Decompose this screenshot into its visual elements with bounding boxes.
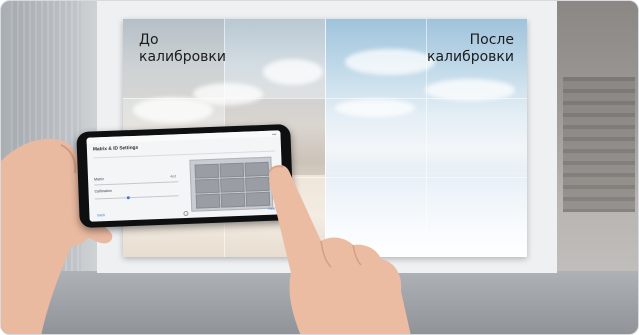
cloud (193, 83, 263, 105)
grid-cell[interactable] (219, 162, 245, 178)
matrix-label: Matrix (93, 177, 104, 182)
cloud (263, 59, 323, 85)
grid-cell[interactable] (195, 178, 220, 194)
after-calibration-label: После калибровки (427, 32, 514, 66)
right-hand (268, 165, 411, 334)
before-label-text: До калибровки (139, 32, 226, 65)
home-icon[interactable] (183, 210, 189, 217)
status-bar: ▪▪▪ (86, 130, 281, 144)
cloud (345, 49, 435, 75)
grid-cell[interactable] (220, 192, 246, 208)
after-label-text: После калибровки (427, 32, 514, 65)
back-button[interactable]: Back (97, 213, 105, 217)
before-calibration-label: До калибровки (139, 32, 226, 66)
matrix-value: 4x3 (170, 174, 177, 179)
grid-cell[interactable] (220, 177, 245, 193)
grid-cell[interactable] (195, 193, 221, 209)
screen-title: Matrix & ID Settings (92, 145, 139, 153)
grid-cell[interactable] (194, 163, 220, 179)
slider-handle[interactable] (126, 196, 130, 200)
shelf-right (563, 77, 635, 212)
phone-screen: ▪▪▪ Matrix & ID Settings Matrix 4x3 Cali… (86, 130, 284, 222)
status-icons: ▪▪▪ (272, 131, 277, 137)
photo-frame: До калибровки После калибровки ▪▪▪ Matri… (0, 0, 639, 335)
cloud (335, 99, 415, 117)
calibration-label: Calibration (94, 188, 112, 194)
matrix-field[interactable]: Matrix 4x3 (93, 174, 179, 186)
bezel-line (123, 98, 527, 99)
